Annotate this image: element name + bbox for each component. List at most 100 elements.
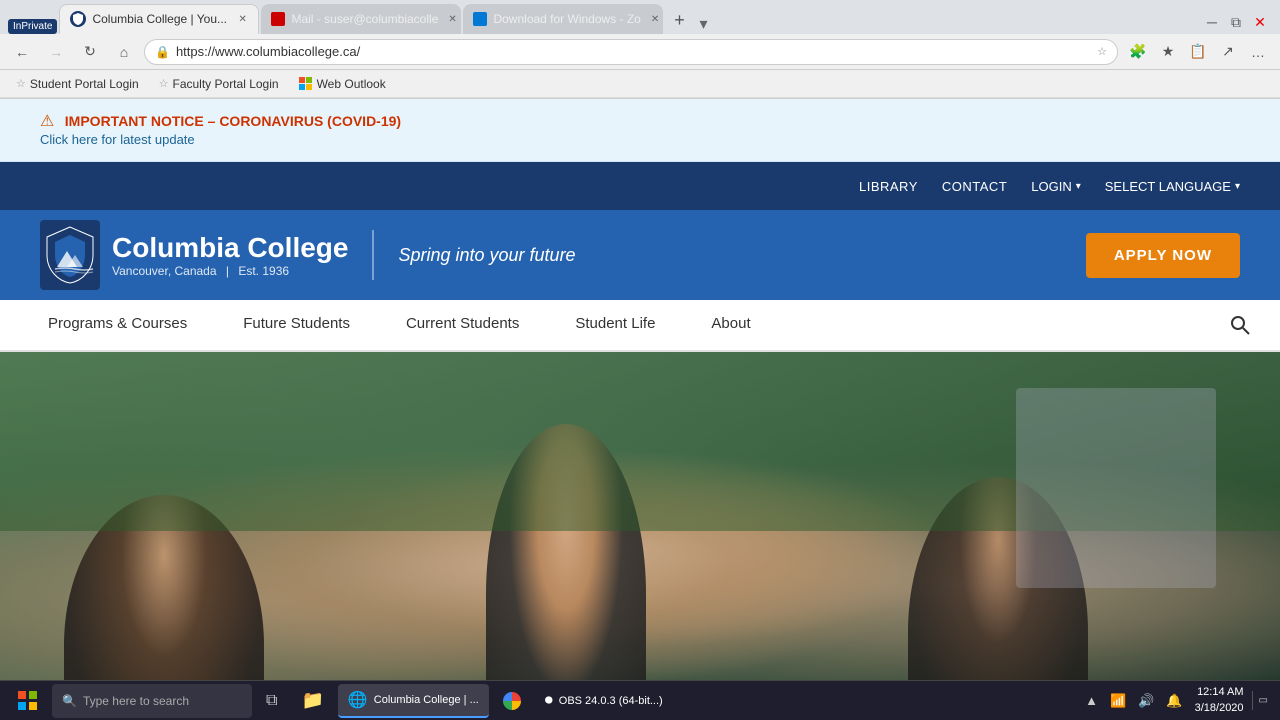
shield-logo-svg [45, 225, 95, 285]
main-nav-items: Programs & Courses Future Students Curre… [20, 299, 1220, 351]
notice-link[interactable]: Click here for latest update [40, 132, 195, 147]
notice-bar[interactable]: ⚠ IMPORTANT NOTICE – CORONAVIRUS (COVID-… [0, 99, 1280, 162]
notification-icon[interactable]: 🔔 [1162, 689, 1186, 713]
volume-icon[interactable]: 🔊 [1134, 689, 1158, 713]
taskbar: 🔍 Type here to search ⧉ 📁 🌐 Columbia Col… [0, 680, 1280, 720]
search-icon [1230, 315, 1250, 335]
logo-area[interactable]: Columbia College Vancouver, Canada | Est… [40, 220, 348, 290]
nav-login-label: LOGIN [1031, 179, 1071, 194]
taskbar-obs[interactable]: ⏺ OBS 24.0.3 (64-bit...) [535, 684, 673, 718]
clock-date: 3/18/2020 [1195, 701, 1244, 716]
bookmark-student-portal[interactable]: ☆ Student Portal Login [8, 75, 147, 93]
ms-icon [299, 77, 313, 91]
tab-label-2: Mail - suser@columbiacolle [291, 12, 438, 26]
favorites-button[interactable]: ★ [1154, 38, 1182, 66]
address-bar[interactable]: 🔒 https://www.columbiacollege.ca/ ☆ [144, 39, 1118, 65]
tab-close-3[interactable]: ✕ [651, 11, 659, 27]
taskbar-obs-label: OBS 24.0.3 (64-bit...) [559, 695, 663, 707]
bookmark-label-faculty: Faculty Portal Login [173, 77, 279, 91]
folder-icon: 📁 [301, 690, 323, 711]
taskbar-search-button[interactable]: 🔍 Type here to search [52, 684, 252, 718]
college-name: Columbia College [112, 232, 348, 264]
college-location: Vancouver, Canada [112, 264, 217, 278]
home-button[interactable]: ⌂ [110, 38, 138, 66]
new-tab-button[interactable]: + [665, 6, 693, 34]
logo-text: Columbia College Vancouver, Canada | Est… [112, 232, 348, 278]
browser-chrome: InPrivate Columbia College | You... ✕ Ma… [0, 0, 1280, 99]
site-header: Columbia College Vancouver, Canada | Est… [0, 210, 1280, 300]
extensions-button[interactable]: 🧩 [1124, 38, 1152, 66]
nav-future-students[interactable]: Future Students [215, 299, 378, 351]
chrome-icon [503, 692, 521, 710]
show-hidden-icon[interactable]: ▲ [1081, 689, 1102, 712]
obs-icon: ⏺ [545, 692, 553, 710]
login-chevron-icon: ▾ [1076, 181, 1081, 192]
bookmark-label-outlook: Web Outlook [317, 77, 386, 91]
bookmark-faculty-portal[interactable]: ☆ Faculty Portal Login [151, 75, 287, 93]
share-button[interactable]: ↗ [1214, 38, 1242, 66]
bookmarks-bar: ☆ Student Portal Login ☆ Faculty Portal … [0, 70, 1280, 98]
tab-favicon-1 [70, 11, 86, 27]
tab-mail[interactable]: Mail - suser@columbiacolle ✕ [261, 4, 461, 34]
nav-language-label: SELECT LANGUAGE [1105, 179, 1231, 194]
bookmark-label-student: Student Portal Login [30, 77, 139, 91]
taskbar-search-icon: 🔍 [62, 694, 77, 708]
header-divider [372, 230, 374, 280]
nav-language[interactable]: SELECT LANGUAGE ▾ [1105, 179, 1240, 194]
hero-figures [0, 352, 1280, 710]
tab-active[interactable]: Columbia College | You... ✕ [59, 4, 259, 34]
forward-button[interactable]: → [42, 38, 70, 66]
college-est: Est. 1936 [238, 264, 289, 278]
bookmark-web-outlook[interactable]: Web Outlook [291, 75, 394, 93]
warning-icon: ⚠ [40, 113, 54, 130]
tab-list-button[interactable]: ▾ [699, 14, 707, 34]
nav-library[interactable]: LIBRARY [859, 179, 918, 194]
taskbar-clock[interactable]: 12:14 AM 3/18/2020 [1195, 685, 1244, 716]
system-tray: ▲ 📶 🔊 🔔 [1081, 689, 1186, 713]
hero-section [0, 352, 1280, 710]
top-nav: LIBRARY CONTACT LOGIN ▾ SELECT LANGUAGE … [0, 162, 1280, 210]
refresh-button[interactable]: ↻ [76, 38, 104, 66]
network-icon[interactable]: 📶 [1106, 689, 1130, 713]
apply-now-button[interactable]: APPLY NOW [1086, 233, 1240, 278]
close-button[interactable]: ✕ [1248, 10, 1272, 34]
nav-about[interactable]: About [683, 299, 778, 351]
nav-student-life[interactable]: Student Life [547, 299, 683, 351]
back-button[interactable]: ← [8, 38, 36, 66]
minimize-button[interactable]: ─ [1200, 10, 1224, 34]
restore-button[interactable]: ⧉ [1224, 10, 1248, 34]
lock-icon: 🔒 [155, 45, 170, 59]
tab-close-2[interactable]: ✕ [448, 11, 456, 27]
site-content: ⚠ IMPORTANT NOTICE – CORONAVIRUS (COVID-… [0, 99, 1280, 710]
taskbar-browser[interactable]: 🌐 Columbia College | ... [338, 684, 489, 718]
taskbar-taskview[interactable]: ⧉ [256, 684, 287, 718]
pipe-separator: | [226, 264, 229, 278]
inprivate-badge: InPrivate [8, 19, 57, 34]
bookmark-star-icon-2: ☆ [159, 77, 169, 90]
star-icon[interactable]: ☆ [1097, 45, 1107, 58]
address-url: https://www.columbiacollege.ca/ [176, 44, 1091, 59]
toolbar-icons: 🧩 ★ 📋 ↗ … [1124, 38, 1272, 66]
nav-contact[interactable]: CONTACT [942, 179, 1007, 194]
taskbar-search-label: Type here to search [83, 694, 189, 708]
tab-bar: InPrivate Columbia College | You... ✕ Ma… [0, 0, 1280, 34]
edge-icon: 🌐 [348, 690, 368, 710]
tab-favicon-2 [271, 12, 285, 26]
header-tagline: Spring into your future [398, 245, 575, 266]
tab-download[interactable]: Download for Windows - Zo ✕ [463, 4, 663, 34]
taskbar-browser-label: Columbia College | ... [374, 694, 479, 706]
search-button[interactable] [1220, 305, 1260, 345]
nav-current-students[interactable]: Current Students [378, 299, 547, 351]
settings-button[interactable]: … [1244, 38, 1272, 66]
collections-button[interactable]: 📋 [1184, 38, 1212, 66]
nav-login[interactable]: LOGIN ▾ [1031, 179, 1081, 194]
taskbar-chrome[interactable] [493, 684, 531, 718]
clock-time: 12:14 AM [1195, 685, 1244, 700]
tab-close-1[interactable]: ✕ [237, 11, 248, 27]
show-desktop-button[interactable]: ▭ [1252, 691, 1272, 710]
nav-programs-courses[interactable]: Programs & Courses [20, 299, 215, 351]
bookmark-star-icon: ☆ [16, 77, 26, 90]
taskbar-explorer[interactable]: 📁 [291, 684, 333, 718]
taskbar-start-button[interactable] [8, 684, 48, 718]
notice-content: ⚠ IMPORTANT NOTICE – CORONAVIRUS (COVID-… [40, 111, 1240, 131]
